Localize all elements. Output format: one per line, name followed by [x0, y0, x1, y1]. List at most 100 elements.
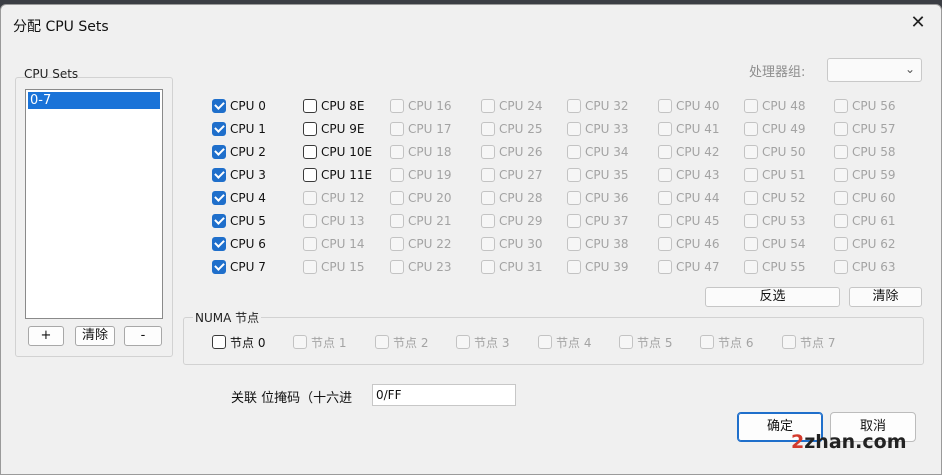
checkbox-icon [303, 122, 317, 136]
cpu-checkbox: CPU 43 [658, 166, 719, 184]
numa-node-checkbox[interactable]: 节点 0 [212, 333, 265, 351]
cpu-label: CPU 57 [852, 122, 896, 136]
cpu-checkbox: CPU 62 [834, 235, 895, 253]
cpu-label: CPU 10E [321, 145, 373, 159]
cpu-checkbox[interactable]: CPU 3 [212, 166, 266, 184]
cpu-checkbox: CPU 40 [658, 97, 719, 115]
cpu-checkbox[interactable]: CPU 9E [303, 120, 364, 138]
cpu-checkbox: CPU 49 [744, 120, 805, 138]
add-set-button[interactable]: + [28, 326, 64, 346]
checkbox-icon [390, 237, 404, 251]
invert-selection-button[interactable]: 反选 [705, 287, 840, 307]
cpu-label: CPU 4 [230, 191, 266, 205]
cpu-checkbox: CPU 17 [390, 120, 451, 138]
checkbox-icon [481, 168, 495, 182]
checkbox-icon [744, 237, 758, 251]
remove-set-button[interactable]: - [124, 326, 162, 346]
clear-all-button[interactable]: 清除 [849, 287, 922, 307]
cpu-label: CPU 11E [321, 168, 373, 182]
cpu-checkbox[interactable]: CPU 2 [212, 143, 266, 161]
cpu-checkbox: CPU 24 [481, 97, 542, 115]
cpu-label: CPU 0 [230, 99, 266, 113]
checkbox-icon [303, 260, 317, 274]
cpu-label: CPU 7 [230, 260, 266, 274]
cpu-label: CPU 37 [585, 214, 629, 228]
checkbox-icon [744, 214, 758, 228]
processor-group-select[interactable]: ⌄ [827, 58, 922, 82]
checkbox-icon [834, 260, 848, 274]
cpu-label: CPU 59 [852, 168, 896, 182]
cpu-checkbox[interactable]: CPU 8E [303, 97, 364, 115]
cpu-label: CPU 44 [676, 191, 720, 205]
checkbox-icon [481, 237, 495, 251]
cpu-label: CPU 17 [408, 122, 452, 136]
cpu-checkbox: CPU 31 [481, 258, 542, 276]
cpu-checkbox[interactable]: CPU 0 [212, 97, 266, 115]
checkbox-icon [390, 168, 404, 182]
cpu-checkbox[interactable]: CPU 7 [212, 258, 266, 276]
numa-node-checkbox: 节点 3 [456, 333, 509, 351]
cpu-checkbox[interactable]: CPU 4 [212, 189, 266, 207]
checkbox-icon [212, 260, 226, 274]
cpu-label: CPU 19 [408, 168, 452, 182]
cpu-sets-list[interactable]: 0-7 [25, 89, 163, 319]
cpu-checkbox: CPU 53 [744, 212, 805, 230]
cpu-label: CPU 32 [585, 99, 629, 113]
cpu-checkbox[interactable]: CPU 5 [212, 212, 266, 230]
cpu-checkbox[interactable]: CPU 6 [212, 235, 266, 253]
cpu-checkbox[interactable]: CPU 10E [303, 143, 372, 161]
cpu-label: CPU 21 [408, 214, 452, 228]
checkbox-icon [658, 122, 672, 136]
affinity-mask-field[interactable]: 0/FF [372, 384, 516, 406]
cpu-label: CPU 5 [230, 214, 266, 228]
checkbox-icon [212, 99, 226, 113]
list-item[interactable]: 0-7 [28, 92, 160, 109]
cpu-checkbox: CPU 41 [658, 120, 719, 138]
cpu-label: CPU 18 [408, 145, 452, 159]
cpu-label: CPU 49 [762, 122, 806, 136]
numa-node-checkbox: 节点 1 [293, 333, 346, 351]
cpu-label: CPU 13 [321, 214, 365, 228]
cpu-label: CPU 27 [499, 168, 543, 182]
numa-node-checkbox: 节点 7 [782, 333, 835, 351]
cpu-checkbox: CPU 47 [658, 258, 719, 276]
checkbox-icon [834, 145, 848, 159]
cpu-checkbox[interactable]: CPU 1 [212, 120, 266, 138]
numa-node-label: 节点 6 [718, 335, 754, 350]
checkbox-icon [481, 122, 495, 136]
checkbox-icon [658, 260, 672, 274]
checkbox-icon [567, 260, 581, 274]
cancel-button[interactable]: 取消 [830, 412, 916, 442]
checkbox-icon [782, 335, 796, 349]
numa-node-label: 节点 7 [800, 335, 836, 350]
checkbox-icon [212, 122, 226, 136]
close-icon[interactable]: ✕ [905, 10, 931, 36]
cpu-checkbox: CPU 33 [567, 120, 628, 138]
cpu-checkbox: CPU 26 [481, 143, 542, 161]
cpu-label: CPU 30 [499, 237, 543, 251]
affinity-mask-label: 关联 位掩码（十六进 [231, 391, 353, 406]
checkbox-icon [834, 191, 848, 205]
checkbox-icon [375, 335, 389, 349]
checkbox-icon [481, 145, 495, 159]
cpu-checkbox: CPU 39 [567, 258, 628, 276]
cpu-label: CPU 22 [408, 237, 452, 251]
checkbox-icon [212, 237, 226, 251]
checkbox-icon [303, 237, 317, 251]
cpu-label: CPU 20 [408, 191, 452, 205]
cpu-label: CPU 62 [852, 237, 896, 251]
cpu-checkbox: CPU 18 [390, 143, 451, 161]
cpu-label: CPU 51 [762, 168, 806, 182]
ok-button[interactable]: 确定 [737, 412, 823, 442]
clear-set-button[interactable]: 清除 [75, 326, 115, 346]
cpu-checkbox: CPU 63 [834, 258, 895, 276]
checkbox-icon [658, 145, 672, 159]
cpu-checkbox[interactable]: CPU 11E [303, 166, 372, 184]
checkbox-icon [303, 214, 317, 228]
cpu-checkbox: CPU 61 [834, 212, 895, 230]
cpu-checkbox: CPU 21 [390, 212, 451, 230]
cpu-checkbox: CPU 60 [834, 189, 895, 207]
cpu-label: CPU 31 [499, 260, 543, 274]
checkbox-icon [567, 145, 581, 159]
checkbox-icon [212, 214, 226, 228]
